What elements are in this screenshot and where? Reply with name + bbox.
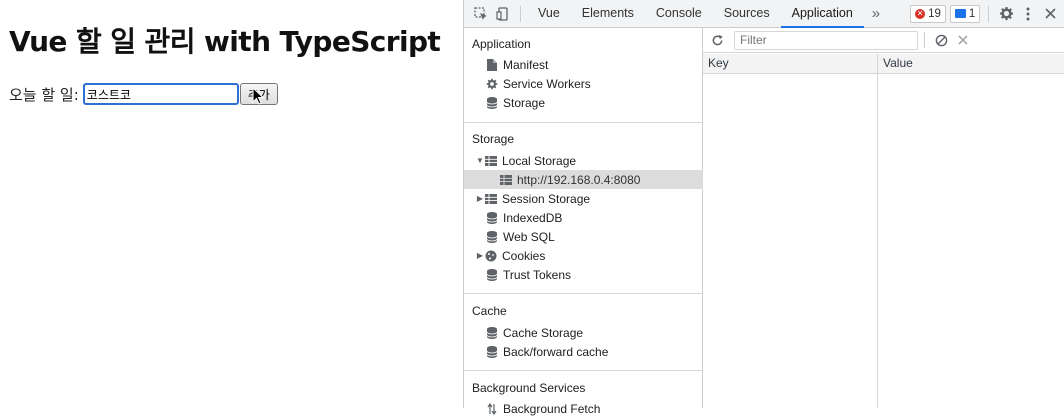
toolbar-divider xyxy=(924,32,925,48)
todo-input[interactable] xyxy=(82,83,239,105)
toolbar-divider xyxy=(988,5,990,22)
sidebar-item-label: IndexedDB xyxy=(503,210,563,225)
up-down-arrows-icon xyxy=(486,402,498,415)
message-count-badge[interactable]: 1 xyxy=(949,4,981,23)
app-page: Vue 할 일 관리 with TypeScript 오늘 할 일: 추가 xyxy=(0,0,463,408)
more-tabs-button[interactable]: » xyxy=(864,5,888,22)
database-icon xyxy=(486,96,498,109)
database-icon xyxy=(486,268,498,281)
sidebar-item-label: Session Storage xyxy=(502,191,591,206)
devtools-panel: Vue Elements Console Sources Application… xyxy=(463,0,1064,416)
section-divider xyxy=(464,370,702,371)
sidebar-item-storage-overview[interactable]: Storage xyxy=(464,93,724,112)
section-title-cache: Cache xyxy=(472,304,507,318)
database-icon xyxy=(486,211,498,224)
tab-sources[interactable]: Sources xyxy=(713,0,781,27)
error-count: 19 xyxy=(928,7,941,20)
sidebar-item-label: Manifest xyxy=(503,57,549,72)
table-icon xyxy=(500,174,512,186)
tab-elements[interactable]: Elements xyxy=(571,0,645,27)
sidebar-item-background-fetch[interactable]: Background Fetch xyxy=(464,399,724,418)
sidebar-item-cache-storage[interactable]: Cache Storage xyxy=(464,323,724,342)
sidebar-item-local-storage[interactable]: ▼ Local Storage xyxy=(464,151,713,170)
sidebar-item-web-sql[interactable]: Web SQL xyxy=(464,227,724,246)
sidebar-item-label: Cache Storage xyxy=(503,325,584,340)
storage-pane-toolbar xyxy=(703,28,1064,53)
error-count-badge[interactable]: ✕ 19 xyxy=(910,4,946,23)
storage-pane: Key Value xyxy=(703,28,1064,408)
tab-console[interactable]: Console xyxy=(645,0,713,27)
sidebar-item-back-forward-cache[interactable]: Back/forward cache xyxy=(464,342,724,361)
column-header-key[interactable]: Key xyxy=(703,54,878,73)
sidebar-item-cookies[interactable]: ▶ Cookies xyxy=(464,246,713,265)
sidebar-item-local-storage-origin[interactable]: http://192.168.0.4:8080 xyxy=(464,170,738,189)
add-todo-button[interactable]: 추가 xyxy=(239,83,278,105)
sidebar-item-label: Web SQL xyxy=(503,229,555,244)
tab-vue[interactable]: Vue xyxy=(527,0,571,27)
sidebar-item-label: Cookies xyxy=(502,248,546,263)
clear-all-icon[interactable] xyxy=(930,29,952,51)
toolbar-divider xyxy=(520,5,521,22)
refresh-icon[interactable] xyxy=(706,29,728,51)
message-icon xyxy=(954,9,966,18)
sidebar-item-label: Background Fetch xyxy=(503,401,601,416)
close-devtools-icon[interactable] xyxy=(1039,3,1061,25)
sidebar-item-session-storage[interactable]: ▶ Session Storage xyxy=(464,189,713,208)
section-divider xyxy=(464,293,702,294)
file-icon xyxy=(486,58,498,71)
settings-gear-icon[interactable] xyxy=(995,3,1017,25)
sidebar-item-manifest[interactable]: Manifest xyxy=(464,55,724,74)
sidebar-item-label: Back/forward cache xyxy=(503,344,609,359)
sidebar-item-label: Local Storage xyxy=(502,153,577,168)
sidebar-item-trust-tokens[interactable]: Trust Tokens xyxy=(464,265,724,284)
sidebar-item-label: Service Workers xyxy=(503,76,591,91)
application-sidebar: Application Manifest Service Workers Sto… xyxy=(464,28,738,416)
collapsed-arrow-icon[interactable]: ▶ xyxy=(475,194,485,203)
section-title-application: Application xyxy=(472,37,531,51)
todo-form: 오늘 할 일: 추가 xyxy=(9,82,278,106)
database-icon xyxy=(486,326,498,339)
gear-icon xyxy=(486,78,498,90)
section-title-background-services: Background Services xyxy=(472,381,586,395)
table-icon xyxy=(485,155,497,167)
sidebar-item-service-workers[interactable]: Service Workers xyxy=(464,74,724,93)
delete-selected-icon[interactable] xyxy=(952,29,974,51)
sidebar-item-label: Trust Tokens xyxy=(503,267,572,282)
sidebar-item-label: http://192.168.0.4:8080 xyxy=(517,172,641,187)
filter-input[interactable] xyxy=(734,30,918,50)
devtools-toolbar: Vue Elements Console Sources Application… xyxy=(464,0,1064,28)
device-toolbar-icon[interactable] xyxy=(492,3,514,25)
storage-table-header: Key Value xyxy=(703,54,1064,74)
database-icon xyxy=(486,230,498,243)
section-divider xyxy=(464,122,702,123)
add-todo-button-label: 추가 xyxy=(247,87,270,102)
kebab-menu-icon[interactable] xyxy=(1017,3,1039,25)
todo-label: 오늘 할 일: xyxy=(9,85,79,104)
column-divider xyxy=(877,74,878,408)
expanded-arrow-icon[interactable]: ▼ xyxy=(475,156,485,165)
collapsed-arrow-icon[interactable]: ▶ xyxy=(475,251,485,260)
error-icon: ✕ xyxy=(915,8,926,19)
section-title-storage: Storage xyxy=(472,132,515,146)
inspect-element-icon[interactable] xyxy=(470,3,492,25)
sidebar-item-label: Storage xyxy=(503,95,546,110)
sidebar-item-indexeddb[interactable]: IndexedDB xyxy=(464,208,724,227)
database-icon xyxy=(486,345,498,358)
table-icon xyxy=(485,193,497,205)
tab-application[interactable]: Application xyxy=(780,0,864,28)
page-title: Vue 할 일 관리 with TypeScript xyxy=(9,25,441,58)
cookie-icon xyxy=(485,250,497,262)
column-header-value[interactable]: Value xyxy=(878,54,913,73)
message-count: 1 xyxy=(968,7,976,20)
